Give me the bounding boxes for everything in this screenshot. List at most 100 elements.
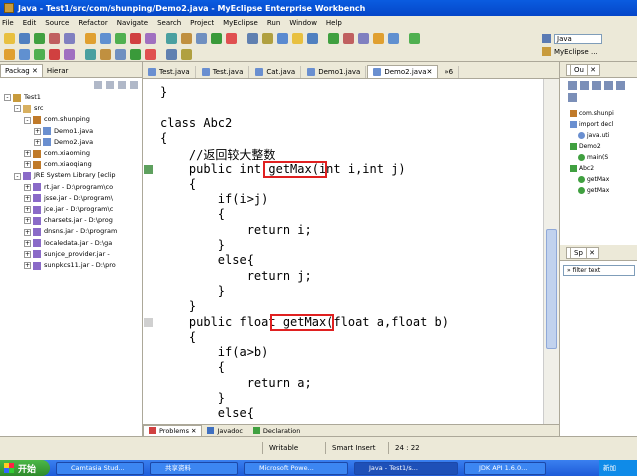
tree-twisty[interactable]: +: [34, 127, 41, 135]
tab-editor-demo1-java[interactable]: Demo1.java: [302, 66, 367, 78]
toolbar-icon[interactable]: [34, 32, 45, 44]
tab-problems[interactable]: Problems ✕: [143, 424, 203, 437]
outline-item[interactable]: java.uti: [560, 130, 637, 141]
hide-fields-icon[interactable]: [580, 81, 589, 90]
toolbar-icon[interactable]: [19, 48, 30, 60]
menu-window[interactable]: Window: [289, 19, 317, 27]
hide-local-types-icon[interactable]: [616, 81, 625, 90]
outline-item[interactable]: import decl: [560, 119, 637, 130]
tab-javadoc[interactable]: Javadoc: [202, 425, 247, 437]
toolbar-icon[interactable]: [49, 32, 60, 44]
outline-item[interactable]: getMax: [560, 174, 637, 185]
outline-item[interactable]: Abc2: [560, 163, 637, 174]
menu-project[interactable]: Project: [190, 19, 214, 27]
toolbar-icon[interactable]: [49, 48, 60, 60]
tree-twisty[interactable]: -: [14, 172, 21, 180]
toolbar-icon[interactable]: [166, 32, 177, 44]
tab-editor-demo2-java[interactable]: Demo2.java ✕: [367, 65, 439, 78]
toolbar-icon[interactable]: [145, 48, 156, 60]
tree-twisty[interactable]: +: [34, 138, 41, 146]
menu-edit[interactable]: Edit: [23, 19, 37, 27]
menu-myeclipse[interactable]: MyEclipse: [223, 19, 258, 27]
outline-item[interactable]: getMax: [560, 185, 637, 196]
toolbar-icon[interactable]: [85, 32, 96, 44]
toolbar-icon[interactable]: [166, 48, 177, 60]
menu-help[interactable]: Help: [326, 19, 342, 27]
toolbar-icon[interactable]: [115, 48, 126, 60]
tab-spring[interactable]: Sp ✕: [566, 246, 599, 259]
taskbar-item[interactable]: 共享资料: [150, 461, 238, 475]
toolbar-icon[interactable]: [328, 32, 339, 44]
toolbar-icon[interactable]: [292, 32, 303, 44]
back-icon[interactable]: [94, 81, 102, 89]
tree-item[interactable]: - JRE System Library [eclip: [0, 170, 142, 181]
toolbar-icon[interactable]: [34, 48, 45, 60]
tree-item[interactable]: + sunpkcs11.jar - D:\pro: [0, 260, 142, 271]
toolbar-icon[interactable]: [64, 32, 75, 44]
toolbar-icon[interactable]: [388, 32, 399, 44]
tree-item[interactable]: + com.xiaoming: [0, 148, 142, 159]
tree-twisty[interactable]: +: [24, 183, 31, 191]
tree-item[interactable]: + localedata.jar - D:\ga: [0, 238, 142, 249]
tree-item[interactable]: - com.shunping: [0, 114, 142, 125]
filter-text-input[interactable]: » filter text: [563, 265, 635, 276]
toolbar-icon[interactable]: [277, 32, 288, 44]
taskbar-item[interactable]: Camtasia Stud...: [56, 461, 144, 475]
tree-item[interactable]: + Demo2.java: [0, 137, 142, 148]
menu-search[interactable]: Search: [157, 19, 181, 27]
menu-run[interactable]: Run: [267, 19, 280, 27]
toolbar-icon[interactable]: [130, 32, 141, 44]
tab-editor-cat-java[interactable]: Cat.java: [250, 66, 302, 78]
toolbar-icon[interactable]: [85, 48, 96, 60]
override-marker-icon[interactable]: [144, 164, 153, 174]
tree-twisty[interactable]: +: [24, 194, 31, 202]
toolbar-icon[interactable]: [211, 32, 222, 44]
tab-declaration[interactable]: Declaration: [248, 425, 305, 437]
tab-editor-test-java[interactable]: Test.java: [197, 66, 250, 78]
toolbar-icon[interactable]: [100, 32, 111, 44]
toolbar-icon[interactable]: [100, 48, 111, 60]
forward-icon[interactable]: [106, 81, 114, 89]
toolbar-icon[interactable]: [196, 32, 207, 44]
toolbar-icon[interactable]: [409, 32, 420, 44]
taskbar-item[interactable]: Microsoft Powe...: [244, 461, 348, 475]
collapse-all-icon[interactable]: [118, 81, 126, 89]
editor-vertical-scrollbar[interactable]: [543, 79, 559, 424]
tree-item[interactable]: + jsse.jar - D:\program\: [0, 193, 142, 204]
start-button[interactable]: 开始: [0, 460, 50, 476]
menu-navigate[interactable]: Navigate: [117, 19, 148, 27]
tree-item[interactable]: + rt.jar - D:\program\co: [0, 182, 142, 193]
tree-item[interactable]: - Test1: [0, 92, 142, 103]
outline-item[interactable]: Demo2: [560, 141, 637, 152]
toolbar-icon[interactable]: [4, 32, 15, 44]
toolbar-icon[interactable]: [373, 32, 384, 44]
override-marker-icon[interactable]: [144, 317, 153, 327]
tree-item[interactable]: + Demo1.java: [0, 126, 142, 137]
hide-static-icon[interactable]: [592, 81, 601, 90]
scroll-thumb[interactable]: [546, 229, 557, 349]
tree-twisty[interactable]: +: [24, 250, 31, 258]
outline-item[interactable]: com.shunpi: [560, 108, 637, 119]
view-menu-icon[interactable]: [568, 93, 577, 102]
toolbar-icon[interactable]: [262, 32, 273, 44]
tree-twisty[interactable]: -: [14, 105, 21, 113]
toolbar-icon[interactable]: [181, 48, 192, 60]
tree-twisty[interactable]: +: [24, 150, 31, 158]
toolbar-icon[interactable]: [115, 32, 126, 44]
toolbar-icon[interactable]: [64, 48, 75, 60]
toolbar-icon[interactable]: [226, 32, 237, 44]
tree-twisty[interactable]: -: [24, 116, 31, 124]
tree-twisty[interactable]: +: [24, 217, 31, 225]
tree-item[interactable]: + sunjce_provider.jar -: [0, 249, 142, 260]
tab-editor-test-java[interactable]: Test.java: [143, 66, 196, 78]
tree-twisty[interactable]: +: [24, 228, 31, 236]
tree-twisty[interactable]: +: [24, 161, 31, 169]
tree-item[interactable]: - src: [0, 103, 142, 114]
tree-item[interactable]: + dnsns.jar - D:\program: [0, 226, 142, 237]
sort-icon[interactable]: [568, 81, 577, 90]
tree-twisty[interactable]: +: [24, 262, 31, 270]
outline-item[interactable]: main(S: [560, 152, 637, 163]
tree-item[interactable]: + com.xiaoqiang: [0, 159, 142, 170]
toolbar-icon[interactable]: [247, 32, 258, 44]
more-tabs-button[interactable]: »6: [439, 66, 460, 78]
